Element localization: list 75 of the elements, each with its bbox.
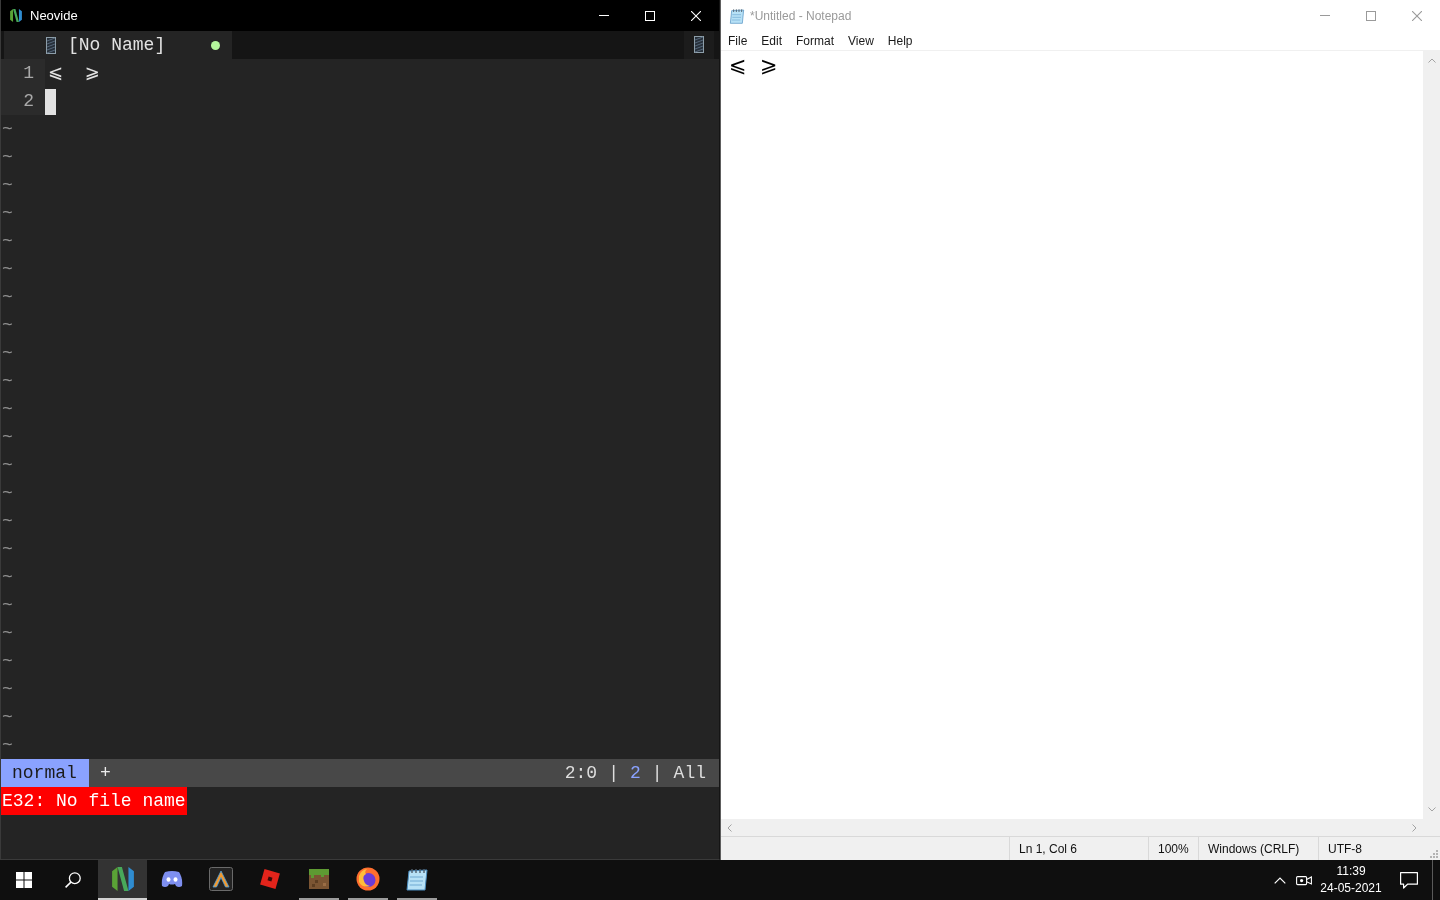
close-icon bbox=[691, 10, 701, 21]
horizontal-scrollbar[interactable] bbox=[721, 819, 1423, 836]
close-icon bbox=[1412, 10, 1422, 21]
grass-block-icon bbox=[308, 869, 329, 889]
modified-label: + bbox=[100, 762, 111, 785]
separator-text: | bbox=[651, 762, 663, 785]
menu-item[interactable]: Help bbox=[880, 31, 920, 50]
status-text: Windows (CRLF) bbox=[1208, 841, 1300, 856]
chevron-up-icon bbox=[1274, 876, 1286, 884]
search-icon bbox=[65, 872, 81, 888]
flame-globe-icon bbox=[355, 867, 380, 891]
code-line: ⩽ ⩾ bbox=[47, 62, 100, 85]
mode-indicator: normal bbox=[1, 759, 89, 787]
minimize-icon bbox=[1320, 15, 1330, 16]
empty-line-marker: ~ bbox=[1, 426, 13, 449]
empty-line-marker: ~ bbox=[1, 286, 13, 309]
window-title: *Untitled - Notepad bbox=[750, 8, 852, 23]
status-text: 2:0 bbox=[564, 762, 598, 785]
empty-line-marker: ~ bbox=[1, 650, 13, 673]
empty-line-marker: ~ bbox=[1, 342, 13, 365]
status-text: Ln 1, Col 6 bbox=[1019, 841, 1078, 856]
minimize-icon bbox=[599, 15, 609, 16]
maximize-icon bbox=[1366, 10, 1376, 21]
empty-line-marker: ~ bbox=[1, 678, 13, 701]
clock-time[interactable]: 11:39 bbox=[1336, 863, 1366, 880]
n-logo-icon bbox=[111, 867, 134, 891]
menu-item[interactable]: Edit bbox=[754, 31, 790, 50]
n-logo-icon bbox=[10, 9, 22, 22]
empty-line-marker: ~ bbox=[1, 230, 13, 253]
separator-text: | bbox=[608, 762, 619, 785]
empty-line-marker: ~ bbox=[1, 734, 13, 757]
error-message: E32: No file name bbox=[1, 787, 187, 815]
empty-line-marker: ~ bbox=[1, 202, 13, 225]
chevron-left-icon[interactable] bbox=[727, 823, 732, 832]
empty-line-marker: ~ bbox=[1, 398, 13, 421]
empty-line-marker: ~ bbox=[1, 174, 13, 197]
empty-line-marker: ~ bbox=[1, 538, 13, 561]
resize-grip-icon[interactable] bbox=[1430, 850, 1438, 858]
notepad-icon bbox=[404, 867, 429, 891]
empty-line-marker: ~ bbox=[1, 454, 13, 477]
window-title: Neovide bbox=[30, 8, 78, 23]
chevron-right-icon[interactable] bbox=[1412, 823, 1417, 832]
empty-line-marker: ~ bbox=[1, 370, 13, 393]
triangle-tile-icon bbox=[208, 867, 233, 891]
menu-item[interactable]: View bbox=[841, 31, 881, 50]
status-text: 2 bbox=[629, 762, 641, 785]
hatched-box-icon bbox=[46, 36, 56, 54]
empty-line-marker: ~ bbox=[1, 566, 13, 589]
buffer-tab[interactable]: [No Name] bbox=[4, 31, 232, 59]
four-panes-icon bbox=[16, 872, 32, 888]
status-text: All bbox=[673, 762, 706, 785]
empty-line-marker: ~ bbox=[1, 594, 13, 617]
vertical-scrollbar[interactable] bbox=[1423, 51, 1440, 819]
empty-line-marker: ~ bbox=[1, 510, 13, 533]
empty-line-marker: ~ bbox=[1, 118, 13, 141]
clock-date[interactable]: 24-05-2021 bbox=[1320, 880, 1382, 897]
empty-line-marker: ~ bbox=[1, 146, 13, 169]
mascot-face-icon bbox=[160, 870, 183, 888]
empty-line-marker: ~ bbox=[1, 706, 13, 729]
notepad-icon bbox=[729, 7, 745, 24]
line-number: 1 bbox=[1, 59, 45, 87]
line-number: 2 bbox=[1, 87, 45, 115]
status-text: UTF-8 bbox=[1328, 841, 1362, 856]
status-text: 100% bbox=[1158, 841, 1189, 856]
chevron-down-icon[interactable] bbox=[1427, 807, 1436, 812]
chevron-up-icon[interactable] bbox=[1427, 58, 1436, 63]
empty-line-marker: ~ bbox=[1, 482, 13, 505]
menu-item[interactable]: Format bbox=[789, 31, 842, 50]
taskbar-app-button[interactable] bbox=[98, 860, 147, 900]
empty-line-marker: ~ bbox=[1, 314, 13, 337]
empty-line-marker: ~ bbox=[1, 622, 13, 645]
maximize-icon bbox=[645, 10, 655, 21]
empty-line-marker: ~ bbox=[1, 258, 13, 281]
speech-bubble-icon bbox=[1400, 871, 1418, 889]
menu-item[interactable]: File bbox=[721, 31, 755, 50]
